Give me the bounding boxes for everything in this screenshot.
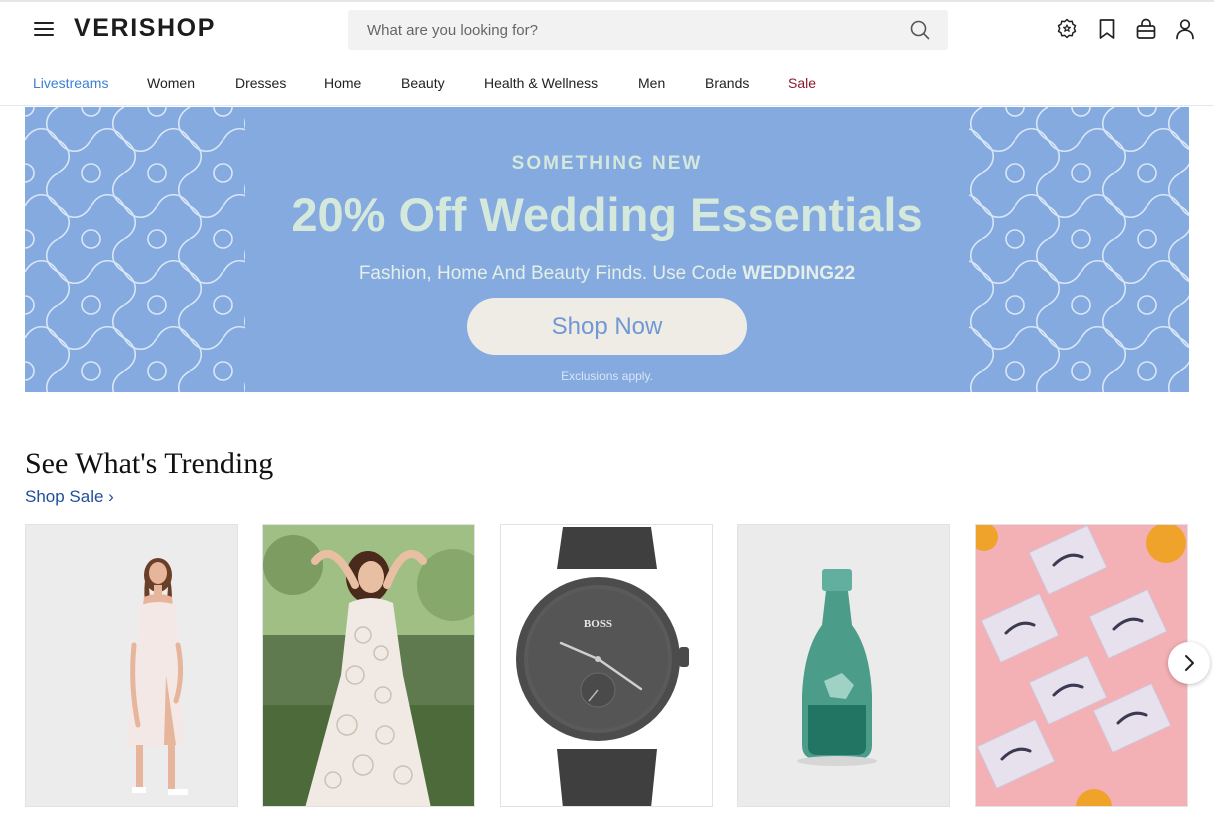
section-title: See What's Trending [25, 447, 274, 480]
watch-brand-text: BOSS [584, 618, 612, 630]
banner-subtitle: Fashion, Home And Beauty Finds. Use Code… [25, 263, 1189, 285]
search-bar [348, 10, 948, 50]
false-eyelashes-product [976, 525, 1187, 806]
black-boss-watch-product: BOSS [501, 525, 712, 806]
product-card[interactable] [737, 524, 950, 807]
product-card[interactable] [975, 524, 1188, 807]
site-header: VERISHOP [0, 2, 1214, 58]
product-card[interactable]: BOSS [500, 524, 713, 807]
menu-icon[interactable] [34, 22, 56, 38]
nav-item-livestreams[interactable]: Livestreams [33, 75, 108, 91]
nav-item-home[interactable]: Home [324, 75, 361, 91]
nav-item-health-wellness[interactable]: Health & Wellness [484, 75, 598, 91]
search-input[interactable] [348, 10, 888, 50]
lace-dress-product [263, 525, 474, 806]
promo-banner[interactable]: SOMETHING NEW 20% Off Wedding Essentials… [25, 107, 1189, 392]
nav-item-dresses[interactable]: Dresses [235, 75, 286, 91]
category-nav: Livestreams Women Dresses Home Beauty He… [0, 58, 1214, 106]
bookmark-icon[interactable] [1095, 17, 1119, 41]
shop-now-button[interactable]: Shop Now [467, 298, 747, 355]
product-card[interactable] [25, 524, 238, 807]
banner-title: 20% Off Wedding Essentials [291, 188, 923, 241]
banner-eyebrow: SOMETHING NEW [511, 153, 703, 174]
nav-item-brands[interactable]: Brands [705, 75, 749, 91]
nav-item-beauty[interactable]: Beauty [401, 75, 445, 91]
nav-item-women[interactable]: Women [147, 75, 195, 91]
green-glass-carafe-product [738, 525, 949, 806]
banner-subtitle-text: Fashion, Home And Beauty Finds. Use Code [358, 263, 743, 284]
exclusions-note: Exclusions apply. [561, 369, 653, 383]
promo-code: WEDDING22 [742, 263, 856, 284]
rewards-badge-icon[interactable] [1055, 17, 1079, 41]
shop-sale-link[interactable]: Shop Sale › [25, 487, 114, 507]
bag-icon[interactable] [1134, 17, 1158, 41]
logo[interactable]: VERISHOP [74, 14, 216, 43]
nav-item-men[interactable]: Men [638, 75, 665, 91]
chevron-right-icon [1185, 655, 1194, 671]
carousel-next-button[interactable] [1168, 642, 1210, 684]
white-slip-dress-product [26, 525, 237, 806]
user-icon[interactable] [1173, 17, 1197, 41]
search-icon[interactable] [910, 20, 930, 40]
nav-item-sale[interactable]: Sale [788, 75, 816, 91]
product-card[interactable] [262, 524, 475, 807]
